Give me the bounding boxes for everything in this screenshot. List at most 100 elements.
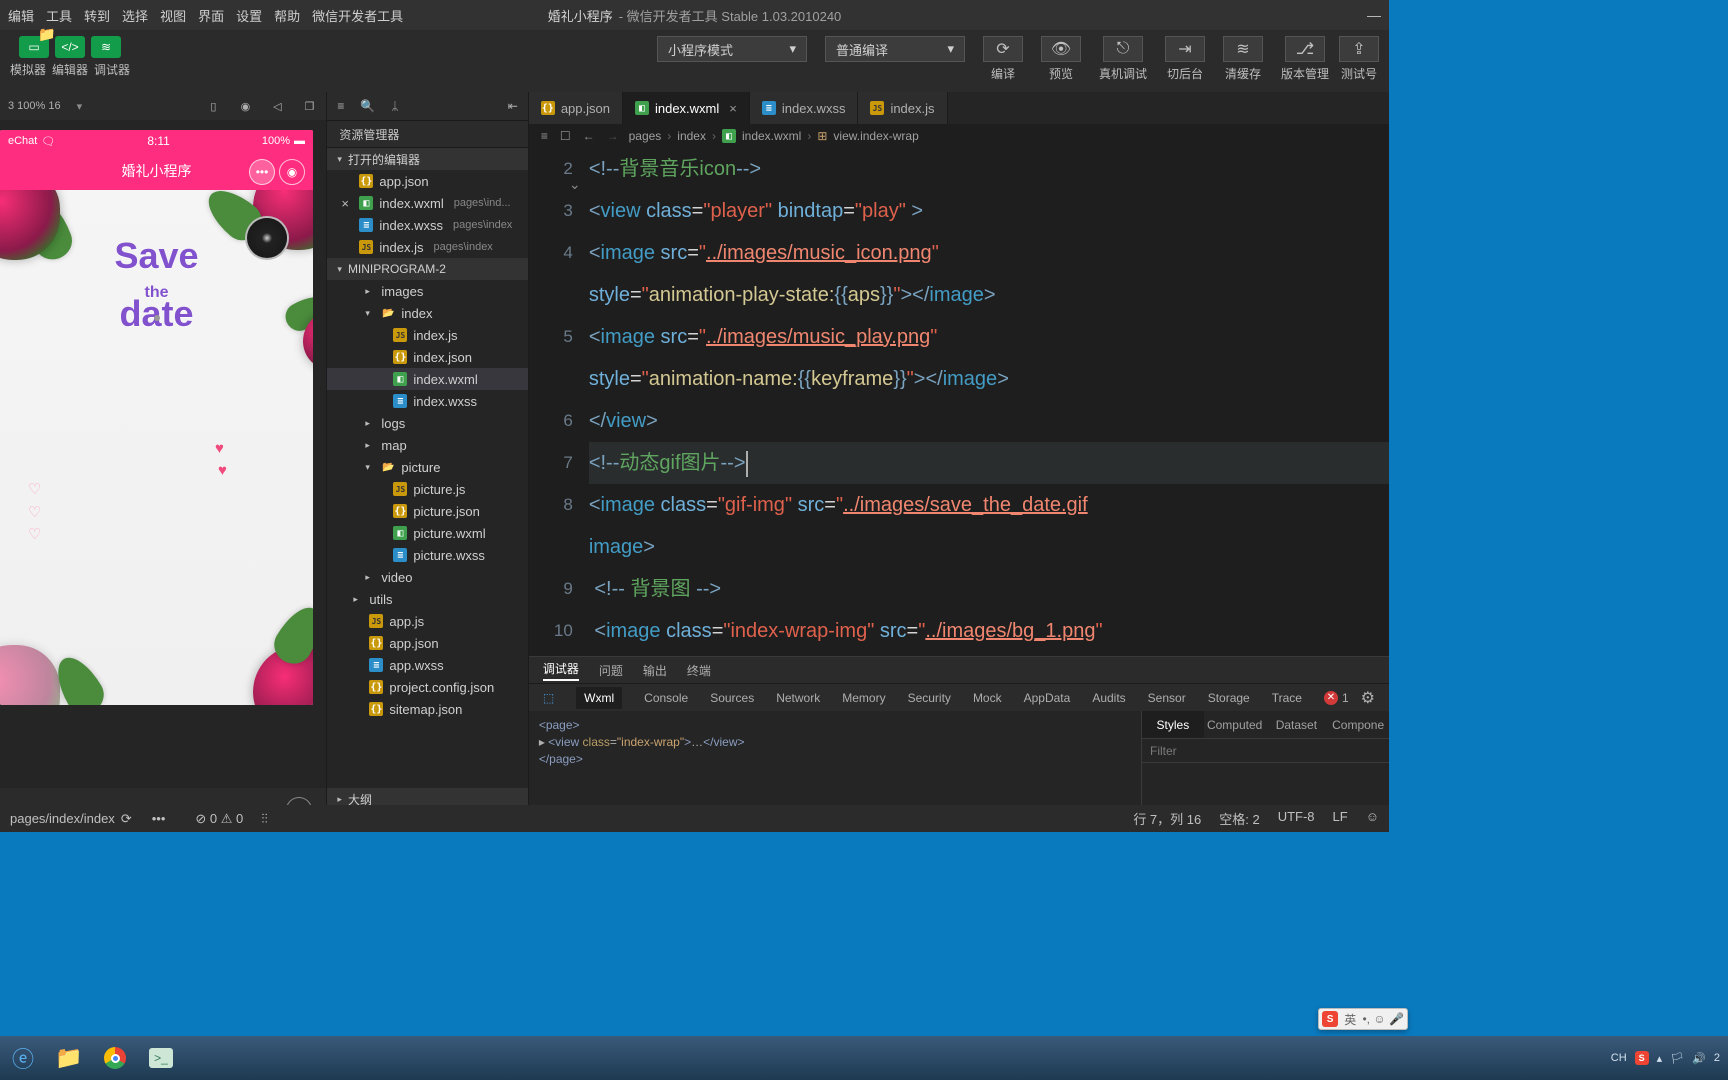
tree-item[interactable]: ▸video (327, 566, 527, 588)
tree-item[interactable]: ▸logs (327, 412, 527, 434)
terminal-icon[interactable]: >_ (138, 1036, 184, 1080)
computed-tab[interactable]: Computed (1204, 711, 1266, 738)
devtab-memory[interactable]: Memory (842, 691, 885, 705)
open-editor-item[interactable]: ×index.wxmlpages\ind... (327, 192, 527, 214)
menu-tool[interactable]: 工具 (46, 6, 72, 25)
close-circle-icon[interactable]: ◉ (279, 159, 305, 185)
tree-item[interactable]: picture.js (327, 478, 527, 500)
devtab-audits[interactable]: Audits (1092, 691, 1125, 705)
background-button[interactable]: ⇥ (1165, 36, 1205, 62)
tree-item[interactable]: index.js (327, 324, 527, 346)
debugger-button[interactable]: ≋ (91, 36, 121, 58)
fold-icon[interactable]: ⌄ (569, 176, 581, 193)
devtab-sources[interactable]: Sources (710, 691, 754, 705)
inspect-icon[interactable]: ⬚ (543, 691, 554, 705)
tree-item[interactable]: ▾index (327, 302, 527, 324)
spaces[interactable]: 空格: 2 (1219, 809, 1259, 828)
menu-goto[interactable]: 转到 (84, 6, 110, 25)
tree-item[interactable]: picture.wxss (327, 544, 527, 566)
ime-toolbar[interactable]: S 英•, ☺ 🎤 (1318, 1008, 1408, 1030)
open-editor-item[interactable]: app.json (327, 170, 527, 192)
eol[interactable]: LF (1333, 809, 1348, 828)
menu-wxdev[interactable]: 微信开发者工具 (312, 6, 403, 25)
breadcrumb[interactable]: pages› index› index.wxml› ⊞view.index-wr… (629, 129, 919, 143)
list-icon[interactable]: ≡ (541, 129, 548, 143)
editor-button[interactable]: </> (55, 36, 85, 58)
devtab-wxml[interactable]: Wxml (576, 687, 622, 709)
styles-tab[interactable]: Styles (1142, 711, 1204, 738)
menu-settings[interactable]: 设置 (236, 6, 262, 25)
copy-icon[interactable]: ❐ (300, 97, 318, 115)
mode-select[interactable]: 小程序模式▾ (657, 36, 807, 62)
refresh-icon[interactable]: ⟳ (121, 811, 132, 827)
tree-item[interactable]: ▾picture (327, 456, 527, 478)
editor-tab[interactable]: index.wxml× (623, 92, 750, 124)
collapse-icon[interactable]: ⇤ (508, 99, 518, 113)
devtab-storage[interactable]: Storage (1208, 691, 1250, 705)
tree-item[interactable]: app.wxss (327, 654, 527, 676)
tree-item[interactable]: index.wxss (327, 390, 527, 412)
menu-select[interactable]: 选择 (122, 6, 148, 25)
search-icon[interactable]: 🔍 (360, 99, 375, 113)
devtab-security[interactable]: Security (908, 691, 951, 705)
compile-mode-select[interactable]: 普通编译▾ (825, 36, 965, 62)
tree-item[interactable]: picture.json (327, 500, 527, 522)
component-tab[interactable]: Compone (1327, 711, 1389, 738)
tree-item[interactable]: app.json (327, 632, 527, 654)
forward-arrow-icon[interactable]: → (607, 129, 619, 143)
music-disc-icon[interactable] (247, 218, 287, 258)
ie-icon[interactable]: ⓔ (0, 1036, 46, 1080)
devtools-tab-debugger[interactable]: 调试器 (543, 660, 579, 681)
clear-cache-button[interactable]: ≋ (1223, 36, 1263, 62)
menu-ui[interactable]: 界面 (198, 6, 224, 25)
devtab-sensor[interactable]: Sensor (1148, 691, 1186, 705)
encoding[interactable]: UTF-8 (1278, 809, 1315, 828)
chrome-icon[interactable] (92, 1036, 138, 1080)
back-arrow-icon[interactable]: ← (583, 129, 595, 143)
tree-item[interactable]: ▸map (327, 434, 527, 456)
devtools-tab-terminal[interactable]: 终端 (687, 662, 711, 679)
editor-tab[interactable]: index.wxss (750, 92, 859, 124)
tray-ch[interactable]: CH (1611, 1052, 1627, 1064)
tray-up-icon[interactable]: ▴ (1657, 1052, 1663, 1065)
devtools-tab-output[interactable]: 输出 (643, 662, 667, 679)
error-badge[interactable]: ✕ (1324, 691, 1338, 705)
miniprogram-body[interactable]: Save the date ♥ ♥ ♡ ♡ ♡ (0, 190, 313, 705)
preview-button[interactable]: 👁 (1041, 36, 1081, 62)
feedback-icon[interactable]: ☺ (1366, 809, 1379, 828)
devtab-network[interactable]: Network (776, 691, 820, 705)
remote-debug-button[interactable]: ⎋ (1103, 36, 1143, 62)
bookmark-icon[interactable]: ☐ (560, 129, 571, 143)
menu-help[interactable]: 帮助 (274, 6, 300, 25)
tree-item[interactable]: picture.wxml (327, 522, 527, 544)
tree-item[interactable]: ▸images (327, 280, 527, 302)
tree-item[interactable]: index.wxml (327, 368, 527, 390)
devtab-mock[interactable]: Mock (973, 691, 1002, 705)
tray-sogou-icon[interactable]: S (1635, 1051, 1649, 1065)
menu-icon[interactable]: ≡ (337, 99, 344, 113)
record-icon[interactable]: ◉ (236, 97, 254, 115)
tray-flag-icon[interactable]: 🏳 (1670, 1052, 1684, 1065)
tray-volume-icon[interactable]: 🔊 (1692, 1052, 1706, 1065)
tree-item[interactable]: app.js (327, 610, 527, 632)
compile-button[interactable]: ⟳ (983, 36, 1023, 62)
minimize-button[interactable]: — (1367, 7, 1381, 23)
tree-item[interactable]: ▸utils (327, 588, 527, 610)
project-section[interactable]: MINIPROGRAM-2 (327, 258, 527, 280)
editor-tab[interactable]: app.json (529, 92, 623, 124)
back-icon[interactable]: ◁ (268, 97, 286, 115)
explorer-icon[interactable]: 📁 (46, 1036, 92, 1080)
devtab-trace[interactable]: Trace (1272, 691, 1302, 705)
open-editor-item[interactable]: index.jspages\index (327, 236, 527, 258)
menu-view[interactable]: 视图 (160, 6, 186, 25)
version-button[interactable]: ⎇ (1285, 36, 1325, 62)
cursor-position[interactable]: 行 7，列 16 (1133, 809, 1201, 828)
tree-item[interactable]: sitemap.json (327, 698, 527, 720)
open-editor-item[interactable]: index.wxsspages\index (327, 214, 527, 236)
devtab-console[interactable]: Console (644, 691, 688, 705)
dataset-tab[interactable]: Dataset (1266, 711, 1328, 738)
filter-input[interactable]: Filter (1142, 739, 1389, 763)
menu-dots-icon[interactable]: ••• (249, 159, 275, 185)
tree-item[interactable]: project.config.json (327, 676, 527, 698)
tree-item[interactable]: index.json (327, 346, 527, 368)
